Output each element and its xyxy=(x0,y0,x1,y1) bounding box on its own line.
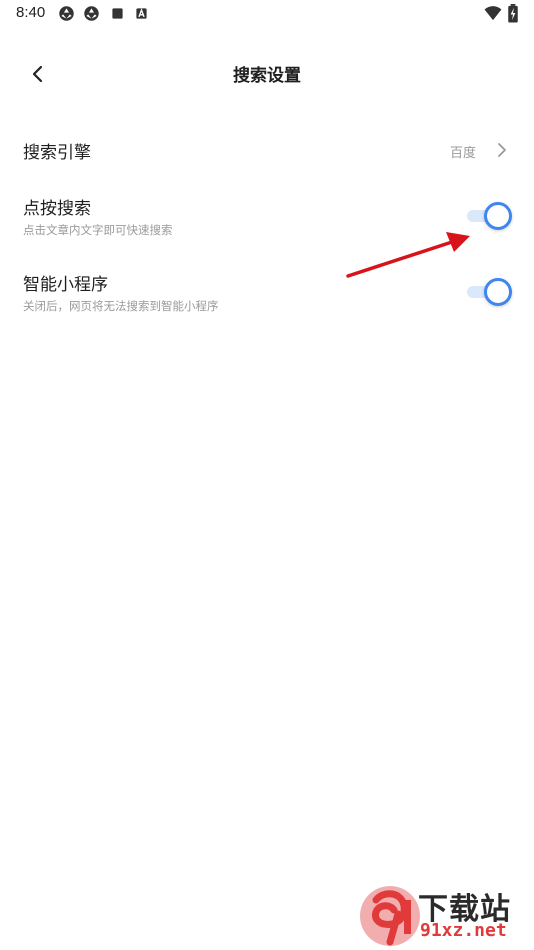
status-bar: 8:40 xyxy=(0,0,534,28)
a-badge-icon xyxy=(136,8,147,19)
aperture-icon xyxy=(59,6,74,21)
toggle-knob xyxy=(484,202,512,230)
tap-search-description: 点击文章内文字即可快速搜索 xyxy=(23,223,173,237)
watermark-text-bottom: 91xz.net xyxy=(420,920,507,941)
watermark: 下载站 91xz.net xyxy=(354,880,534,950)
tap-search-toggle[interactable] xyxy=(467,201,513,231)
wifi-icon xyxy=(484,6,502,21)
stop-square-icon xyxy=(112,8,123,19)
watermark-logo-icon xyxy=(360,886,420,946)
aperture-icon xyxy=(84,6,99,21)
toggle-knob xyxy=(484,278,512,306)
annotation-arrow-icon xyxy=(346,232,470,278)
app-header: 搜索设置 xyxy=(0,44,534,100)
mini-program-label: 智能小程序 xyxy=(23,275,108,295)
search-engine-value: 百度 xyxy=(449,146,476,161)
tap-search-label: 点按搜索 xyxy=(23,199,91,219)
chevron-right-icon xyxy=(498,143,506,157)
page-title: 搜索设置 xyxy=(233,66,301,86)
search-engine-row[interactable]: 搜索引擎 百度 xyxy=(0,124,534,176)
mini-program-description: 关闭后，网页将无法搜索到智能小程序 xyxy=(23,299,219,313)
status-time: 8:40 xyxy=(16,4,46,21)
search-engine-label: 搜索引擎 xyxy=(23,143,91,163)
battery-charging-icon xyxy=(508,4,518,23)
